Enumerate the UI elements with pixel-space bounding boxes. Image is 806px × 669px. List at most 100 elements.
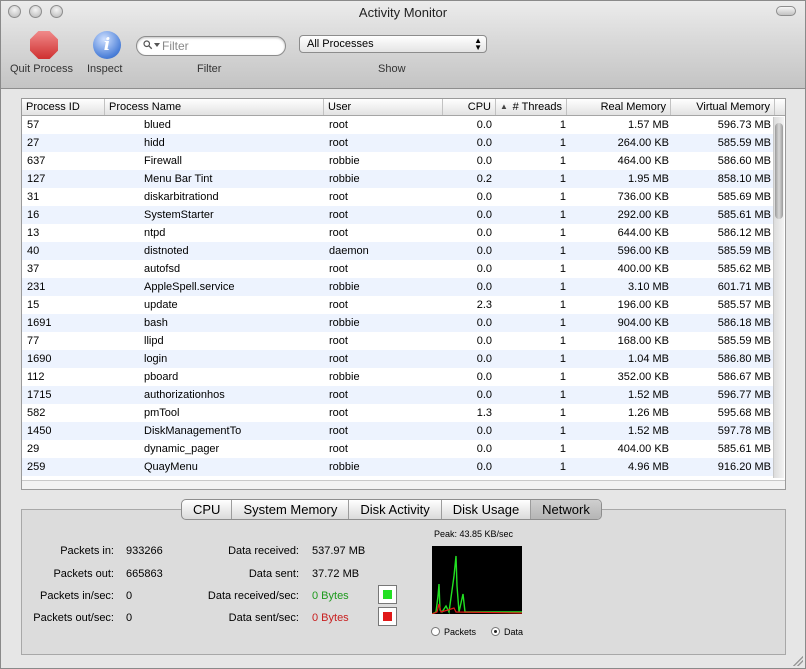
cell-name: distnoted: [144, 245, 189, 257]
activity-monitor-window: Activity Monitor Quit Process i Inspect …: [0, 0, 806, 669]
cell-threads: 1: [559, 299, 566, 311]
cell-virtual: 597.78 MB: [717, 425, 771, 437]
cell-real: 352.00 KB: [617, 371, 669, 383]
cell-name: AppleSpell.service: [144, 281, 235, 293]
tab-disk-usage[interactable]: Disk Usage: [442, 500, 532, 519]
table-row[interactable]: 16 SystemStarter root 0.0 1 292.00 KB 585.61 M…: [22, 206, 773, 224]
cell-cpu: 0.0: [476, 371, 492, 383]
inspect-button[interactable]: i: [93, 31, 121, 59]
table-row[interactable]: 77 llipd root 0.0 1 168.00 KB 585.59 MB: [22, 332, 773, 350]
table-row[interactable]: 1691 bash robbie 0.0 1 904.00 KB 586.18 MB: [22, 314, 773, 332]
cell-virtual: 586.18 MB: [717, 317, 771, 329]
column-header-real-memory[interactable]: Real Memory: [567, 99, 671, 115]
table-row[interactable]: 127 Menu Bar Tint robbie 0.2 1 1.95 MB 858.10 …: [22, 170, 773, 188]
cell-virtual: 585.69 MB: [717, 191, 771, 203]
data-received-sec-label: Data received/sec:: [207, 590, 299, 602]
cell-name: DiskManagementTo: [144, 425, 242, 437]
cell-pid: 127: [27, 173, 46, 185]
cell-user: root: [329, 209, 348, 221]
cell-threads: 1: [559, 191, 566, 203]
column-header-pid[interactable]: Process ID: [22, 99, 105, 115]
table-row[interactable]: 37 autofsd root 0.0 1 400.00 KB 585.62 MB: [22, 260, 773, 278]
info-panel: [21, 509, 786, 655]
sent-color-well[interactable]: [378, 607, 397, 626]
table-row[interactable]: 259 QuayMenu robbie 0.0 1 4.96 MB 916.20 MB: [22, 458, 773, 476]
cell-threads: 1: [559, 173, 566, 185]
cell-threads: 1: [559, 389, 566, 401]
column-header-name[interactable]: Process Name: [105, 99, 324, 115]
cell-threads: 1: [559, 155, 566, 167]
cell-virtual: 596.77 MB: [717, 389, 771, 401]
cell-user: robbie: [329, 281, 360, 293]
table-row[interactable]: 637 Firewall robbie 0.0 1 464.00 KB 586.60 MB: [22, 152, 773, 170]
graph-mode-packets-radio[interactable]: Packets: [431, 627, 476, 637]
cell-cpu: 0.0: [476, 461, 492, 473]
cell-virtual: 595.68 MB: [717, 407, 771, 419]
cell-virtual: 585.59 MB: [717, 335, 771, 347]
cell-user: root: [329, 425, 348, 437]
tab-system-memory[interactable]: System Memory: [232, 500, 350, 519]
table-row[interactable]: 31 diskarbitrationd root 0.0 1 736.00 KB 585.6…: [22, 188, 773, 206]
cell-real: 736.00 KB: [617, 191, 669, 203]
search-menu-arrow-icon[interactable]: [154, 43, 160, 47]
graph-mode-data-radio[interactable]: Data: [491, 627, 523, 637]
cell-virtual: 585.61 MB: [717, 209, 771, 221]
cell-pid: 31: [27, 191, 40, 203]
filter-input[interactable]: [162, 39, 280, 53]
cell-user: robbie: [329, 173, 360, 185]
cell-threads: 1: [559, 461, 566, 473]
cell-real: 1.26 MB: [628, 407, 669, 419]
table-row[interactable]: 231 AppleSpell.service robbie 0.0 1 3.10 MB 60…: [22, 278, 773, 296]
packets-in-sec-value: 0: [126, 590, 133, 602]
cell-user: root: [329, 353, 348, 365]
up-down-arrows-icon: ▲ ▼: [474, 36, 482, 52]
table-row[interactable]: 27 hidd root 0.0 1 264.00 KB 585.59 MB: [22, 134, 773, 152]
column-header-cpu[interactable]: CPU: [443, 99, 496, 115]
network-activity-graph: [432, 546, 522, 614]
table-row[interactable]: 15 update root 2.3 1 196.00 KB 585.57 MB: [22, 296, 773, 314]
tab-disk-activity[interactable]: Disk Activity: [349, 500, 442, 519]
cell-real: 292.00 KB: [617, 209, 669, 221]
table-row[interactable]: 13 ntpd root 0.0 1 644.00 KB 586.12 MB: [22, 224, 773, 242]
cell-cpu: 0.0: [476, 191, 492, 203]
cell-user: root: [329, 299, 348, 311]
data-sent-value: 37.72 MB: [312, 568, 360, 580]
packets-in-value: 933266: [126, 545, 163, 557]
tab-cpu[interactable]: CPU: [182, 500, 233, 519]
panel-tabs: CPU System Memory Disk Activity Disk Usage N…: [181, 499, 602, 520]
cell-real: 400.00 KB: [617, 263, 669, 275]
cell-name: pmTool: [144, 407, 180, 419]
table-row[interactable]: 29 dynamic_pager root 0.0 1 404.00 KB 585.61 M…: [22, 440, 773, 458]
table-row[interactable]: 112 pboard robbie 0.0 1 352.00 KB 586.67 MB: [22, 368, 773, 386]
quit-process-button[interactable]: [30, 31, 58, 59]
cell-name: dynamic_pager: [144, 443, 220, 455]
cell-cpu: 0.0: [476, 335, 492, 347]
cell-name: QuayMenu: [144, 461, 198, 473]
cell-virtual: 916.20 MB: [717, 461, 771, 473]
table-row[interactable]: 582 pmTool root 1.3 1 1.26 MB 595.68 MB: [22, 404, 773, 422]
table-row[interactable]: 1450 DiskManagementTo root 0.0 1 1.52 MB 597.7…: [22, 422, 773, 440]
data-received-label: Data received:: [228, 545, 299, 557]
cell-virtual: 586.60 MB: [717, 155, 771, 167]
vertical-scrollbar[interactable]: [773, 117, 784, 478]
radio-on-icon: [491, 627, 500, 636]
column-header-threads[interactable]: ▲ # Threads: [496, 99, 567, 115]
filter-search-field[interactable]: [136, 36, 286, 56]
cell-pid: 57: [27, 119, 40, 131]
cell-cpu: 0.0: [476, 227, 492, 239]
received-color-well[interactable]: [378, 585, 397, 604]
resize-grip-icon[interactable]: [793, 656, 803, 666]
table-row[interactable]: 57 blued root 0.0 1 1.57 MB 596.73 MB: [22, 116, 773, 134]
cell-virtual: 601.71 MB: [717, 281, 771, 293]
tab-network[interactable]: Network: [531, 500, 601, 519]
scrollbar-thumb[interactable]: [775, 123, 783, 219]
cell-name: Firewall: [144, 155, 182, 167]
table-row[interactable]: 40 distnoted daemon 0.0 1 596.00 KB 585.59 MB: [22, 242, 773, 260]
cell-user: robbie: [329, 461, 360, 473]
table-row[interactable]: 1690 login root 0.0 1 1.04 MB 586.80 MB: [22, 350, 773, 368]
column-header-user[interactable]: User: [324, 99, 443, 115]
show-processes-select[interactable]: All Processes ▲ ▼: [299, 35, 487, 53]
table-row[interactable]: 1715 authorizationhos root 0.0 1 1.52 MB 596.7…: [22, 386, 773, 404]
column-header-virtual-memory[interactable]: Virtual Memory: [671, 99, 775, 115]
process-rows: 57 blued root 0.0 1 1.57 MB 596.73 MB 27 hidd roo…: [22, 116, 773, 480]
